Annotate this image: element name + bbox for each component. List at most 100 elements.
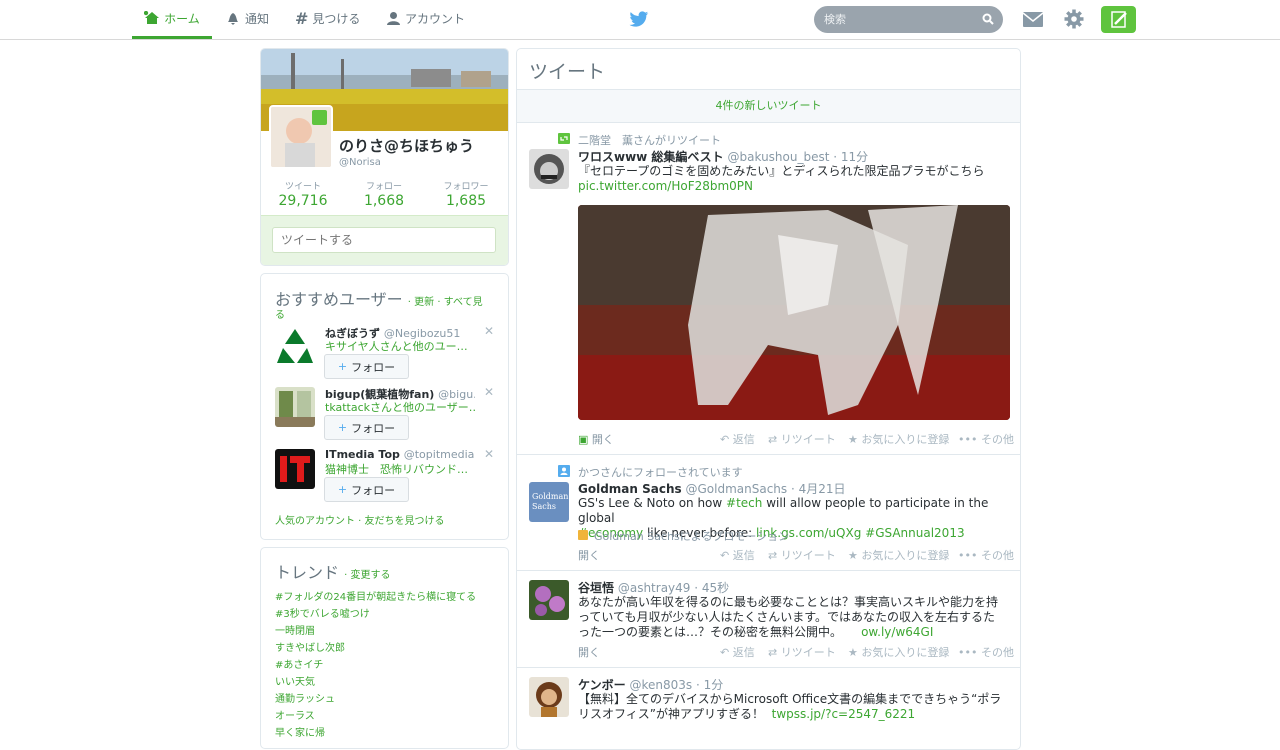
tweet-handle[interactable]: @GoldmanSachs: [686, 482, 788, 496]
tweet-context[interactable]: かつさんにフォローされています: [578, 464, 743, 480]
open-link[interactable]: ▣ 開く: [578, 431, 614, 447]
tweet-header[interactable]: Goldman Sachs @GoldmanSachs · 4月21日: [578, 480, 846, 497]
trend-item[interactable]: 通勤ラッシュ: [275, 690, 335, 705]
follow-context-icon: [558, 465, 570, 477]
tweet-avatar[interactable]: Goldman Sachs: [529, 482, 569, 522]
nav-discover[interactable]: # 見つける: [295, 0, 360, 37]
trend-item[interactable]: #3秒でバレる嘘つけ: [275, 605, 370, 620]
reply-button[interactable]: ↶ 返信: [720, 431, 755, 447]
trends-change-link[interactable]: · 変更する: [344, 570, 390, 581]
tweet-time[interactable]: · 45秒: [694, 581, 729, 595]
user-avatar[interactable]: [275, 387, 315, 427]
stat-label: ツイート: [284, 182, 321, 192]
retweet-button[interactable]: ⇄ リツイート: [768, 644, 836, 660]
tweet-author[interactable]: ワロスwww 総集編ベスト: [578, 150, 724, 164]
tweet-handle[interactable]: @bakushou_best: [728, 150, 830, 164]
follow-button[interactable]: + フォロー: [324, 415, 409, 440]
tweet-context[interactable]: 二階堂 薫さんがリツイート: [578, 132, 721, 148]
open-link[interactable]: 開く: [578, 644, 600, 660]
tweet[interactable]: ケンボー @ken803s · 1分 【無料】全てのデバイスからMicrosof…: [517, 668, 1020, 749]
more-button[interactable]: ••• その他: [958, 547, 1014, 563]
tweet-avatar[interactable]: [529, 149, 569, 189]
follow-button[interactable]: + フォロー: [324, 477, 409, 502]
twitter-bird-icon[interactable]: [629, 11, 649, 28]
tweet-link[interactable]: ow.ly/w64GI: [861, 625, 933, 639]
tweet-media[interactable]: [578, 205, 1010, 420]
user-context[interactable]: キサイヤ人さんと他のユー…: [325, 338, 475, 354]
tweet-time[interactable]: · 1分: [696, 678, 723, 692]
tweet[interactable]: 谷垣悟 @ashtray49 · 45秒 あなたが高い年収を得るのに最も必要なこ…: [517, 571, 1020, 668]
user-avatar[interactable]: [275, 449, 315, 489]
favorite-button[interactable]: ★ お気に入りに登録: [848, 547, 949, 563]
user-name[interactable]: ITmedia Top @topitmedia: [325, 448, 475, 461]
nav-home-label: ホーム: [164, 11, 200, 26]
nav-account[interactable]: アカウント: [386, 0, 465, 37]
promoted-label[interactable]: Goldman Sachsによるプロモーション: [578, 528, 789, 544]
tweet-header[interactable]: ワロスwww 総集編ベスト @bakushou_best · 11分: [578, 148, 868, 165]
more-button[interactable]: ••• その他: [958, 644, 1014, 660]
tweet-link[interactable]: twpss.jp/?c=2547_6221: [772, 707, 916, 721]
wtf-footer[interactable]: 人気のアカウント · 友だちを見つける: [275, 512, 445, 527]
tweet[interactable]: 二階堂 薫さんがリツイート ワロスwww 総集編ベスト @bakushou_be…: [517, 122, 1020, 455]
nav-notifications[interactable]: 通知: [226, 0, 269, 37]
user-context[interactable]: tkattackさんと他のユーザー…: [325, 399, 475, 415]
user-avatar[interactable]: [275, 326, 315, 366]
more-button[interactable]: ••• その他: [958, 431, 1014, 447]
tweet-handle[interactable]: @ashtray49: [618, 581, 691, 595]
person-icon: [387, 12, 400, 25]
dismiss-icon[interactable]: ✕: [484, 385, 494, 399]
favorite-button[interactable]: ★ お気に入りに登録: [848, 644, 949, 660]
search-box[interactable]: [814, 6, 1003, 33]
follow-icon: +: [337, 421, 348, 434]
follow-button[interactable]: + フォロー: [324, 354, 409, 379]
dismiss-icon[interactable]: ✕: [484, 324, 494, 338]
retweet-button[interactable]: ⇄ リツイート: [768, 547, 836, 563]
wtf-links-wrap[interactable]: る: [275, 306, 285, 321]
new-tweets-bar[interactable]: 4件の新しいツイート: [517, 89, 1020, 123]
stat-following[interactable]: フォロー 1,668: [356, 179, 412, 209]
compose-tweet-button[interactable]: [1101, 6, 1136, 33]
tweet-header[interactable]: 谷垣悟 @ashtray49 · 45秒: [578, 579, 729, 596]
reply-button[interactable]: ↶ 返信: [720, 547, 755, 563]
tweet-header[interactable]: ケンボー @ken803s · 1分: [578, 676, 723, 693]
retweet-button[interactable]: ⇄ リツイート: [768, 431, 836, 447]
trend-item[interactable]: #フォルダの24番目が朝起きたら横に寝てる: [275, 588, 476, 603]
stat-followers[interactable]: フォロワー 1,685: [436, 179, 496, 209]
tweet-link[interactable]: pic.twitter.com/HoF28bm0PN: [578, 179, 753, 193]
search-input[interactable]: [814, 6, 984, 33]
tweet-avatar[interactable]: [529, 677, 569, 717]
reply-button[interactable]: ↶ 返信: [720, 644, 755, 660]
profile-name[interactable]: のりさ@ちほちゅう: [339, 135, 474, 156]
trend-item[interactable]: #あさイチ: [275, 656, 323, 671]
open-link[interactable]: 開く: [578, 547, 600, 563]
gear-icon[interactable]: [1064, 9, 1084, 29]
stat-tweets[interactable]: ツイート 29,716: [275, 179, 331, 209]
search-icon[interactable]: [982, 13, 994, 25]
tweet-author[interactable]: ケンボー: [578, 678, 626, 692]
trend-item[interactable]: いい天気: [275, 673, 315, 688]
trend-item[interactable]: 一時閉眉: [275, 622, 315, 637]
tweet-author[interactable]: 谷垣悟: [578, 581, 614, 595]
user-context[interactable]: 猫神博士 恐怖リバウンド…: [325, 461, 475, 477]
tweet-handle[interactable]: @ken803s: [629, 678, 692, 692]
tweet-time[interactable]: · 4月21日: [791, 482, 846, 496]
figure-avatar: [529, 677, 569, 717]
hashtag-link[interactable]: #GSAnnual2013: [865, 526, 964, 540]
profile-handle[interactable]: @Norisa: [339, 157, 381, 168]
trend-item[interactable]: 早く家に帰: [275, 724, 325, 739]
tweet-avatar[interactable]: [529, 580, 569, 620]
dismiss-icon[interactable]: ✕: [484, 447, 494, 461]
tweet[interactable]: かつさんにフォローされています Goldman Sachs Goldman Sac…: [517, 455, 1020, 571]
wtf-links[interactable]: · 更新 · すべて見: [408, 297, 483, 308]
profile-avatar[interactable]: [269, 105, 333, 169]
tweet-input[interactable]: [272, 227, 496, 253]
itmedia-logo: [275, 449, 315, 489]
trend-item[interactable]: すきやばし次郎: [275, 639, 345, 654]
messages-icon[interactable]: [1023, 12, 1043, 27]
favorite-button[interactable]: ★ お気に入りに登録: [848, 431, 949, 447]
tweet-time[interactable]: · 11分: [833, 150, 868, 164]
trend-item[interactable]: オーラス: [275, 707, 315, 722]
hashtag-link[interactable]: #tech: [726, 496, 762, 510]
tweet-author[interactable]: Goldman Sachs: [578, 482, 682, 496]
nav-home[interactable]: ホーム: [132, 0, 212, 39]
